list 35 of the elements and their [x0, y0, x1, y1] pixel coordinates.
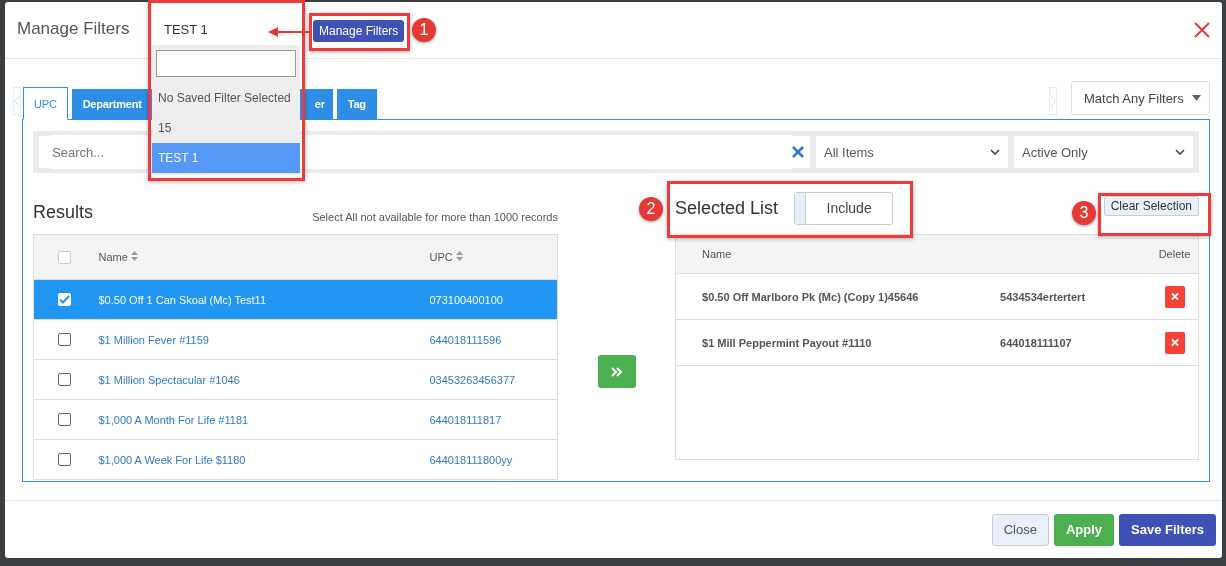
- manage-filters-button[interactable]: Manage Filters: [313, 20, 405, 42]
- clear-selection-button[interactable]: Clear Selection: [1103, 196, 1199, 216]
- item-upc[interactable]: 644018111596: [429, 333, 502, 346]
- selected-item-code: 5434534ertertert: [1000, 290, 1086, 303]
- tab[interactable]: Tag: [336, 89, 377, 119]
- include-toggle[interactable]: Include: [794, 191, 894, 225]
- match-select[interactable]: Match Any Filters: [1071, 81, 1210, 115]
- column-header: Name: [702, 248, 732, 260]
- dropdown-option[interactable]: TEST 1: [152, 143, 300, 173]
- filter-select[interactable]: All Items: [816, 136, 1008, 168]
- select-all-note: Select All not available for more than 1000 records: [312, 211, 558, 223]
- item-name[interactable]: $0.50 Off 1 Can Skoal (Mc) Test11: [98, 293, 267, 306]
- filter-select[interactable]: Active Only: [1014, 136, 1193, 168]
- results-heading: Results: [33, 202, 94, 223]
- save-filters-button[interactable]: Save Filters: [1119, 513, 1216, 546]
- selected-list-heading: Selected List: [675, 197, 779, 219]
- tab[interactable]: UPC: [23, 87, 68, 120]
- column-header: Delete: [1158, 248, 1191, 260]
- selected-item-name: $1 Mill Peppermint Payout #1110: [702, 336, 872, 349]
- column-header[interactable]: Name: [98, 251, 128, 263]
- item-name[interactable]: $1 Million Spectacular #1046: [98, 373, 240, 386]
- item-upc[interactable]: 644018111800yy: [429, 453, 513, 466]
- item-upc[interactable]: 644018111817: [429, 413, 502, 426]
- dropdown-option[interactable]: No Saved Filter Selected: [152, 83, 300, 113]
- column-header[interactable]: UPC: [429, 251, 453, 263]
- item-name[interactable]: $1 Million Fever #1159: [98, 333, 209, 346]
- item-upc[interactable]: 073100400100: [429, 293, 503, 306]
- item-upc[interactable]: 03453263456377: [429, 373, 516, 386]
- apply-button[interactable]: Apply: [1053, 513, 1114, 546]
- dialog-title: Manage Filters: [17, 19, 131, 39]
- close-button[interactable]: Close: [991, 513, 1049, 546]
- item-name[interactable]: $1,000 A Month For Life #1181: [98, 413, 249, 426]
- selected-item-name: $0.50 Off Marlboro Pk (Mc) (Copy 1)45646: [702, 290, 919, 303]
- item-name[interactable]: $1,000 A Week For Life $1180: [98, 453, 246, 466]
- selected-item-code: 644018111107: [1000, 336, 1072, 349]
